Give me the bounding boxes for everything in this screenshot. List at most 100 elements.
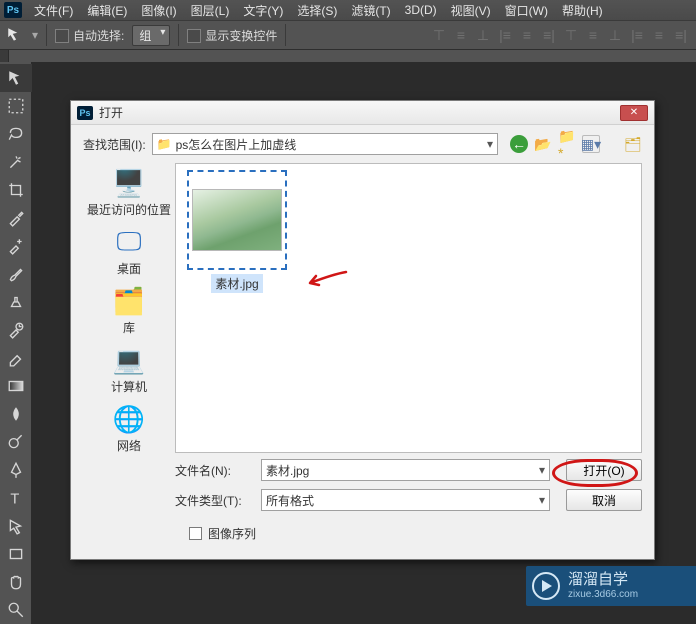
align-hcenter-icon: ≡ <box>518 26 536 44</box>
align-right-icon: ≡| <box>540 26 558 44</box>
dist-bottom-icon: ⊥ <box>606 26 624 44</box>
path-selection-tool[interactable] <box>0 512 32 540</box>
folder-name: ps怎么在图片上加虚线 <box>176 136 297 153</box>
place-computer[interactable]: 💻 计算机 <box>83 344 175 395</box>
filename-label: 文件名(N): <box>175 462 253 479</box>
back-button[interactable]: ← <box>510 135 528 153</box>
menu-layer[interactable]: 图层(L) <box>185 0 236 21</box>
menu-view[interactable]: 视图(V) <box>445 0 497 21</box>
blur-tool[interactable] <box>0 400 32 428</box>
open-button[interactable]: 打开(O) <box>566 459 642 481</box>
desktop-icon: 🖵 <box>111 226 147 258</box>
zoom-tool[interactable] <box>0 596 32 624</box>
file-item-label: 素材.jpg <box>211 274 262 293</box>
place-desktop[interactable]: 🖵 桌面 <box>83 226 175 277</box>
tools-panel: T <box>0 62 32 624</box>
options-bar: ▾ 自动选择: 组 显示变换控件 ⊤≡⊥ |≡≡≡| ⊤≡⊥ |≡≡≡| <box>0 20 696 50</box>
pen-tool[interactable] <box>0 456 32 484</box>
places-bar: 🖥️ 最近访问的位置 🖵 桌面 🗂️ 库 💻 计算机 🌐 网络 <box>83 163 175 453</box>
open-dialog: Ps 打开 查找范围(I): 📁 ps怎么在图片上加虚线 ▾ ← 📂 📁* ▦▾… <box>70 100 655 560</box>
dist-hcenter-icon: ≡ <box>650 26 668 44</box>
file-item[interactable]: 素材.jpg <box>182 170 292 293</box>
menu-text[interactable]: 文字(Y) <box>237 0 289 21</box>
toolbar-tab[interactable] <box>0 50 9 62</box>
place-computer-label: 计算机 <box>111 378 147 395</box>
eraser-tool[interactable] <box>0 344 32 372</box>
auto-select-label: 自动选择: <box>73 29 124 43</box>
image-sequence-checkbox[interactable] <box>189 527 202 540</box>
watermark-url: zixue.3d66.com <box>568 589 638 600</box>
folder-dropdown[interactable]: 📁 ps怎么在图片上加虚线 ▾ <box>152 133 498 155</box>
annotation-arrow-icon <box>304 268 348 293</box>
eyedropper-tool[interactable] <box>0 204 32 232</box>
align-bottom-icon: ⊥ <box>474 26 492 44</box>
gradient-tool[interactable] <box>0 372 32 400</box>
show-transform-label: 显示变换控件 <box>205 29 277 43</box>
place-network-label: 网络 <box>117 437 141 454</box>
filename-combobox[interactable]: 素材.jpg ▾ <box>261 459 550 481</box>
lookin-label: 查找范围(I): <box>83 136 146 153</box>
menu-image[interactable]: 图像(I) <box>135 0 182 21</box>
up-folder-button[interactable]: 📂 <box>534 135 552 153</box>
auto-select-checkbox[interactable]: 自动选择: <box>55 27 124 44</box>
history-brush-tool[interactable] <box>0 316 32 344</box>
chevron-down-icon: ▾ <box>539 493 545 507</box>
preview-toggle-button[interactable]: 🗂 <box>624 135 642 153</box>
menu-edit[interactable]: 编辑(E) <box>81 0 133 21</box>
computer-icon: 💻 <box>111 344 147 376</box>
healing-brush-tool[interactable] <box>0 232 32 260</box>
place-library[interactable]: 🗂️ 库 <box>83 285 175 336</box>
place-recent-label: 最近访问的位置 <box>87 201 171 218</box>
cancel-button[interactable]: 取消 <box>566 489 642 511</box>
rectangle-tool[interactable] <box>0 540 32 568</box>
thumbnail-image <box>192 189 282 251</box>
dist-vcenter-icon: ≡ <box>584 26 602 44</box>
marquee-tool[interactable] <box>0 92 32 120</box>
svg-text:T: T <box>10 492 19 507</box>
filename-value: 素材.jpg <box>266 462 309 479</box>
dist-right-icon: ≡| <box>672 26 690 44</box>
app-logo-icon: Ps <box>4 2 22 18</box>
image-sequence-label: 图像序列 <box>208 525 256 542</box>
place-network[interactable]: 🌐 网络 <box>83 403 175 454</box>
dialog-titlebar[interactable]: Ps 打开 <box>71 101 654 125</box>
filetype-combobox[interactable]: 所有格式 ▾ <box>261 489 550 511</box>
menu-filter[interactable]: 滤镜(T) <box>345 0 396 21</box>
new-folder-button[interactable]: 📁* <box>558 135 576 153</box>
menu-file[interactable]: 文件(F) <box>28 0 79 21</box>
close-button[interactable] <box>620 105 648 121</box>
lasso-tool[interactable] <box>0 120 32 148</box>
file-list-pane[interactable]: 素材.jpg <box>175 163 642 453</box>
align-icons-group: ⊤≡⊥ |≡≡≡| ⊤≡⊥ |≡≡≡| <box>430 26 690 44</box>
brush-tool[interactable] <box>0 260 32 288</box>
show-transform-checkbox[interactable]: 显示变换控件 <box>187 27 277 44</box>
menu-select[interactable]: 选择(S) <box>291 0 343 21</box>
main-menu-bar: Ps 文件(F) 编辑(E) 图像(I) 图层(L) 文字(Y) 选择(S) 滤… <box>0 0 696 20</box>
type-tool[interactable]: T <box>0 484 32 512</box>
move-tool[interactable] <box>0 64 32 92</box>
dodge-tool[interactable] <box>0 428 32 456</box>
menu-window[interactable]: 窗口(W) <box>499 0 554 21</box>
align-left-icon: |≡ <box>496 26 514 44</box>
recent-icon: 🖥️ <box>111 167 147 199</box>
watermark-title: 溜溜自学 <box>568 572 638 589</box>
align-vcenter-icon: ≡ <box>452 26 470 44</box>
hand-tool[interactable] <box>0 568 32 596</box>
menu-help[interactable]: 帮助(H) <box>556 0 609 21</box>
menu-3d[interactable]: 3D(D) <box>399 1 443 19</box>
place-desktop-label: 桌面 <box>117 260 141 277</box>
auto-select-dropdown[interactable]: 组 <box>132 25 170 46</box>
chevron-down-icon: ▾ <box>487 137 493 151</box>
magic-wand-tool[interactable] <box>0 148 32 176</box>
network-icon: 🌐 <box>111 403 147 435</box>
filetype-value: 所有格式 <box>266 492 314 509</box>
align-top-icon: ⊤ <box>430 26 448 44</box>
crop-tool[interactable] <box>0 176 32 204</box>
filetype-label: 文件类型(T): <box>175 492 253 509</box>
library-icon: 🗂️ <box>111 285 147 317</box>
dialog-title: 打开 <box>99 104 620 121</box>
views-dropdown[interactable]: ▦▾ <box>582 135 600 153</box>
place-recent[interactable]: 🖥️ 最近访问的位置 <box>83 167 175 218</box>
chevron-down-icon: ▾ <box>539 463 545 477</box>
clone-stamp-tool[interactable] <box>0 288 32 316</box>
